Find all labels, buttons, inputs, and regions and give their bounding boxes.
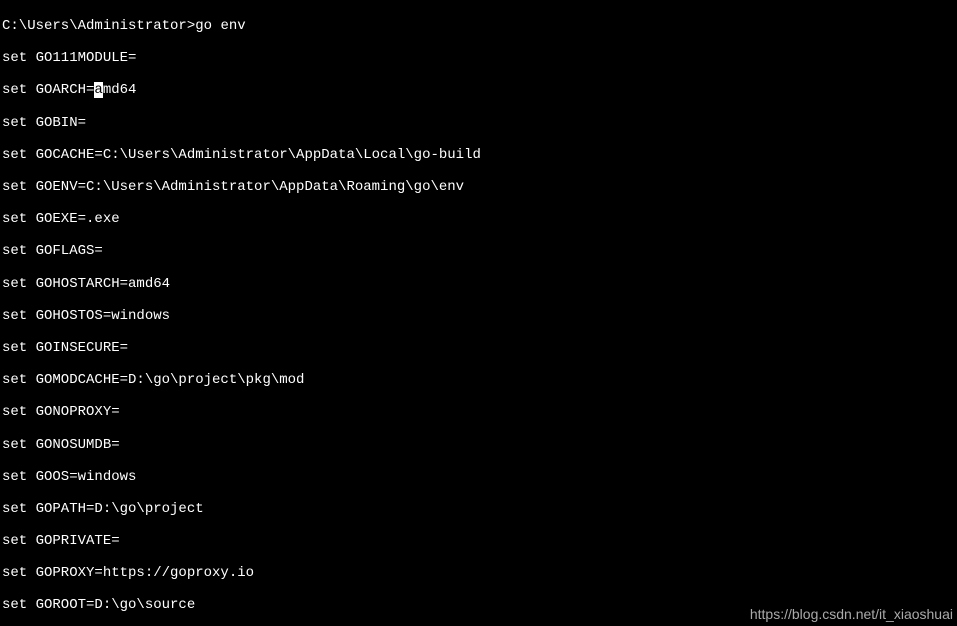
- output-line: set GOFLAGS=: [2, 243, 957, 259]
- output-line: set GOEXE=.exe: [2, 211, 957, 227]
- output-line: set GOPRIVATE=: [2, 533, 957, 549]
- output-line: set GOENV=C:\Users\Administrator\AppData…: [2, 179, 957, 195]
- output-line: set GONOSUMDB=: [2, 437, 957, 453]
- output-line: set GOPATH=D:\go\project: [2, 501, 957, 517]
- output-line: set GOPROXY=https://goproxy.io: [2, 565, 957, 581]
- highlight-char: a: [94, 82, 102, 98]
- prompt-path: C:\Users\Administrator>: [2, 18, 195, 34]
- watermark-text: https://blog.csdn.net/it_xiaoshuai: [750, 606, 953, 622]
- output-line: set GOINSECURE=: [2, 340, 957, 356]
- terminal-output[interactable]: C:\Users\Administrator>go env set GO111M…: [0, 0, 957, 626]
- output-line: set GONOPROXY=: [2, 404, 957, 420]
- prompt-command: go env: [195, 18, 245, 34]
- output-line: set GOBIN=: [2, 115, 957, 131]
- output-line: set GOOS=windows: [2, 469, 957, 485]
- output-line: set GOARCH=amd64: [2, 82, 957, 98]
- prompt-line: C:\Users\Administrator>go env: [2, 18, 957, 34]
- output-line: set GOMODCACHE=D:\go\project\pkg\mod: [2, 372, 957, 388]
- output-line: set GOHOSTARCH=amd64: [2, 276, 957, 292]
- output-line: set GOHOSTOS=windows: [2, 308, 957, 324]
- output-line: set GOCACHE=C:\Users\Administrator\AppDa…: [2, 147, 957, 163]
- output-line: set GO111MODULE=: [2, 50, 957, 66]
